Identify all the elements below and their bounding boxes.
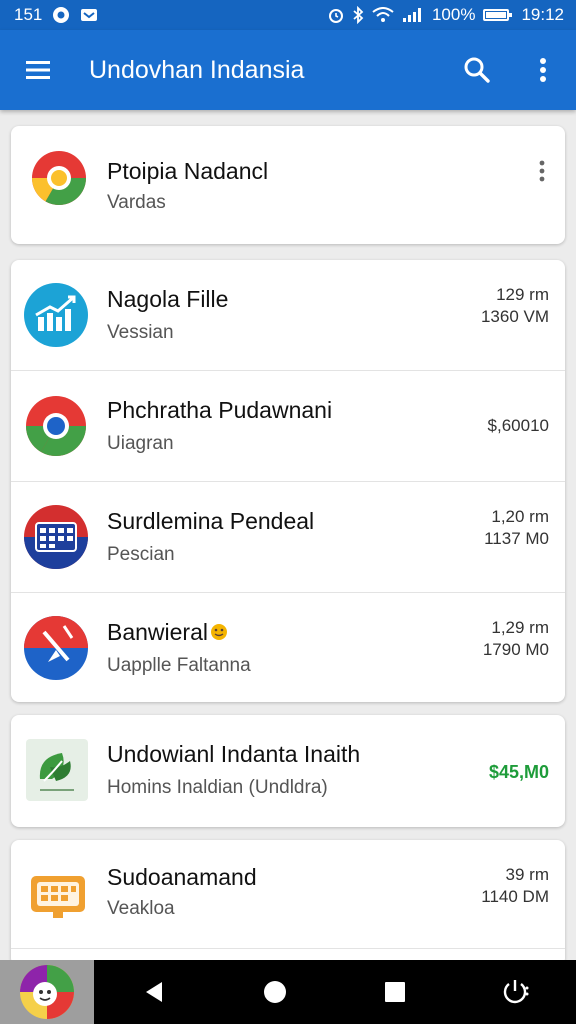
item-title: Sudoanamand bbox=[107, 864, 257, 890]
chrome-style-icon bbox=[24, 394, 88, 458]
chrome-style-icon bbox=[29, 148, 93, 212]
item-subtitle: Uiagran bbox=[107, 433, 174, 454]
back-icon bbox=[146, 982, 163, 1002]
item-title-text: Banwieral bbox=[107, 619, 208, 645]
list-item[interactable]: Sudoanamand Veakloa 39 rm 1140 DM bbox=[11, 840, 565, 949]
avatar-icon bbox=[20, 965, 74, 1019]
battery-icon bbox=[483, 9, 513, 21]
item-subtitle: Vardas bbox=[107, 192, 166, 213]
chrome-notification-icon bbox=[52, 6, 70, 24]
item-title: Ptoipia Nadancl bbox=[107, 158, 269, 184]
notification-count: 151 bbox=[14, 5, 43, 24]
overflow-menu-button[interactable] bbox=[510, 30, 576, 110]
hamburger-icon bbox=[26, 61, 50, 79]
item-meta-line1: $45,M0 bbox=[488, 762, 549, 782]
keyboard-icon bbox=[27, 864, 91, 928]
item-subtitle: Homins Inaldian (Undldra) bbox=[107, 777, 328, 798]
list-item[interactable]: Surdlemina Pendeal Pescian 1,20 rm 1137 … bbox=[11, 482, 565, 593]
power-button[interactable] bbox=[456, 960, 576, 1024]
item-subtitle: Vessian bbox=[107, 322, 174, 343]
item-meta-line1: 1,20 rm bbox=[491, 507, 549, 526]
more-vert-icon bbox=[540, 58, 546, 82]
clock: 19:12 bbox=[521, 5, 564, 24]
item-meta-line2: 1137 M0 bbox=[484, 529, 549, 548]
item-meta: 1,20 rm 1137 M0 bbox=[484, 506, 549, 550]
battery-percent: 100% bbox=[431, 5, 476, 24]
card-bottom: Sudoanamand Veakloa 39 rm 1140 DM bbox=[11, 840, 565, 966]
recents-icon bbox=[385, 982, 406, 1002]
item-meta-line2: 1790 M0 bbox=[482, 640, 549, 659]
item-title: Banwieral bbox=[107, 619, 228, 647]
recents-button[interactable] bbox=[335, 960, 456, 1024]
item-meta: 39 rm 1140 DM bbox=[481, 864, 549, 908]
app-thumbnail[interactable] bbox=[0, 960, 94, 1024]
search-icon bbox=[464, 57, 490, 83]
item-title: Phchratha Pudawnani bbox=[107, 397, 333, 423]
item-title: Surdlemina Pendeal bbox=[107, 508, 315, 534]
item-more-icon[interactable] bbox=[539, 160, 545, 187]
item-meta-line1: $,60010 bbox=[487, 416, 549, 435]
list-item[interactable]: Banwieral Uapplle Faltanna 1,29 rm 1790 … bbox=[11, 593, 565, 703]
item-meta: 129 rm 1360 VM bbox=[481, 284, 549, 328]
smiley-icon bbox=[210, 620, 228, 647]
search-button[interactable] bbox=[444, 30, 510, 110]
item-subtitle: Uapplle Faltanna bbox=[107, 655, 251, 676]
list-item[interactable]: Nagola Fille Vessian 129 rm 1360 VM bbox=[11, 260, 565, 371]
item-meta-line2: 1140 DM bbox=[481, 887, 549, 906]
card-highlight: Undowianl Indanta Inaith Homins Inaldian… bbox=[11, 715, 565, 827]
item-meta: $,60010 bbox=[488, 415, 549, 437]
leaf-icon bbox=[26, 739, 90, 803]
message-notification-icon bbox=[80, 7, 98, 23]
wifi-icon bbox=[372, 7, 394, 23]
item-price: $45,M0 bbox=[489, 761, 549, 783]
item-title: Undowianl Indanta Inaith bbox=[107, 741, 361, 767]
alarm-icon bbox=[328, 7, 344, 23]
pinwheel-icon bbox=[24, 616, 88, 680]
signal-icon bbox=[402, 7, 424, 23]
app-bar: Undovhan Indansia bbox=[0, 30, 576, 110]
status-bar: 151 100% 19:12 bbox=[0, 0, 576, 30]
item-meta-line1: 39 rm bbox=[505, 865, 549, 884]
bluetooth-icon bbox=[352, 6, 364, 24]
home-button[interactable] bbox=[215, 960, 336, 1024]
list-item[interactable]: Undowianl Indanta Inaith Homins Inaldian… bbox=[11, 715, 565, 827]
chart-icon bbox=[24, 283, 88, 347]
menu-button[interactable] bbox=[0, 30, 76, 110]
item-subtitle: Pescian bbox=[107, 544, 175, 565]
item-meta-line1: 129 rm bbox=[496, 285, 549, 304]
item-meta: 1,29 rm 1790 M0 bbox=[483, 617, 549, 661]
card-list: Nagola Fille Vessian 129 rm 1360 VM Phch… bbox=[11, 260, 565, 702]
list-item[interactable]: Ptoipia Nadancl Vardas bbox=[11, 126, 565, 244]
power-icon bbox=[503, 980, 529, 1004]
home-icon bbox=[263, 981, 286, 1003]
item-meta-line2: 1360 VM bbox=[480, 307, 549, 326]
item-subtitle: Veakloa bbox=[107, 898, 175, 919]
back-button[interactable] bbox=[94, 960, 215, 1024]
navigation-bar bbox=[0, 960, 576, 1024]
calendar-icon bbox=[24, 505, 88, 569]
app-title: Undovhan Indansia bbox=[89, 55, 305, 84]
item-meta-line1: 1,29 rm bbox=[491, 618, 549, 637]
list-item[interactable]: Phchratha Pudawnani Uiagran $,60010 bbox=[11, 371, 565, 482]
item-title: Nagola Fille bbox=[107, 286, 229, 312]
card-featured: Ptoipia Nadancl Vardas bbox=[11, 126, 565, 244]
